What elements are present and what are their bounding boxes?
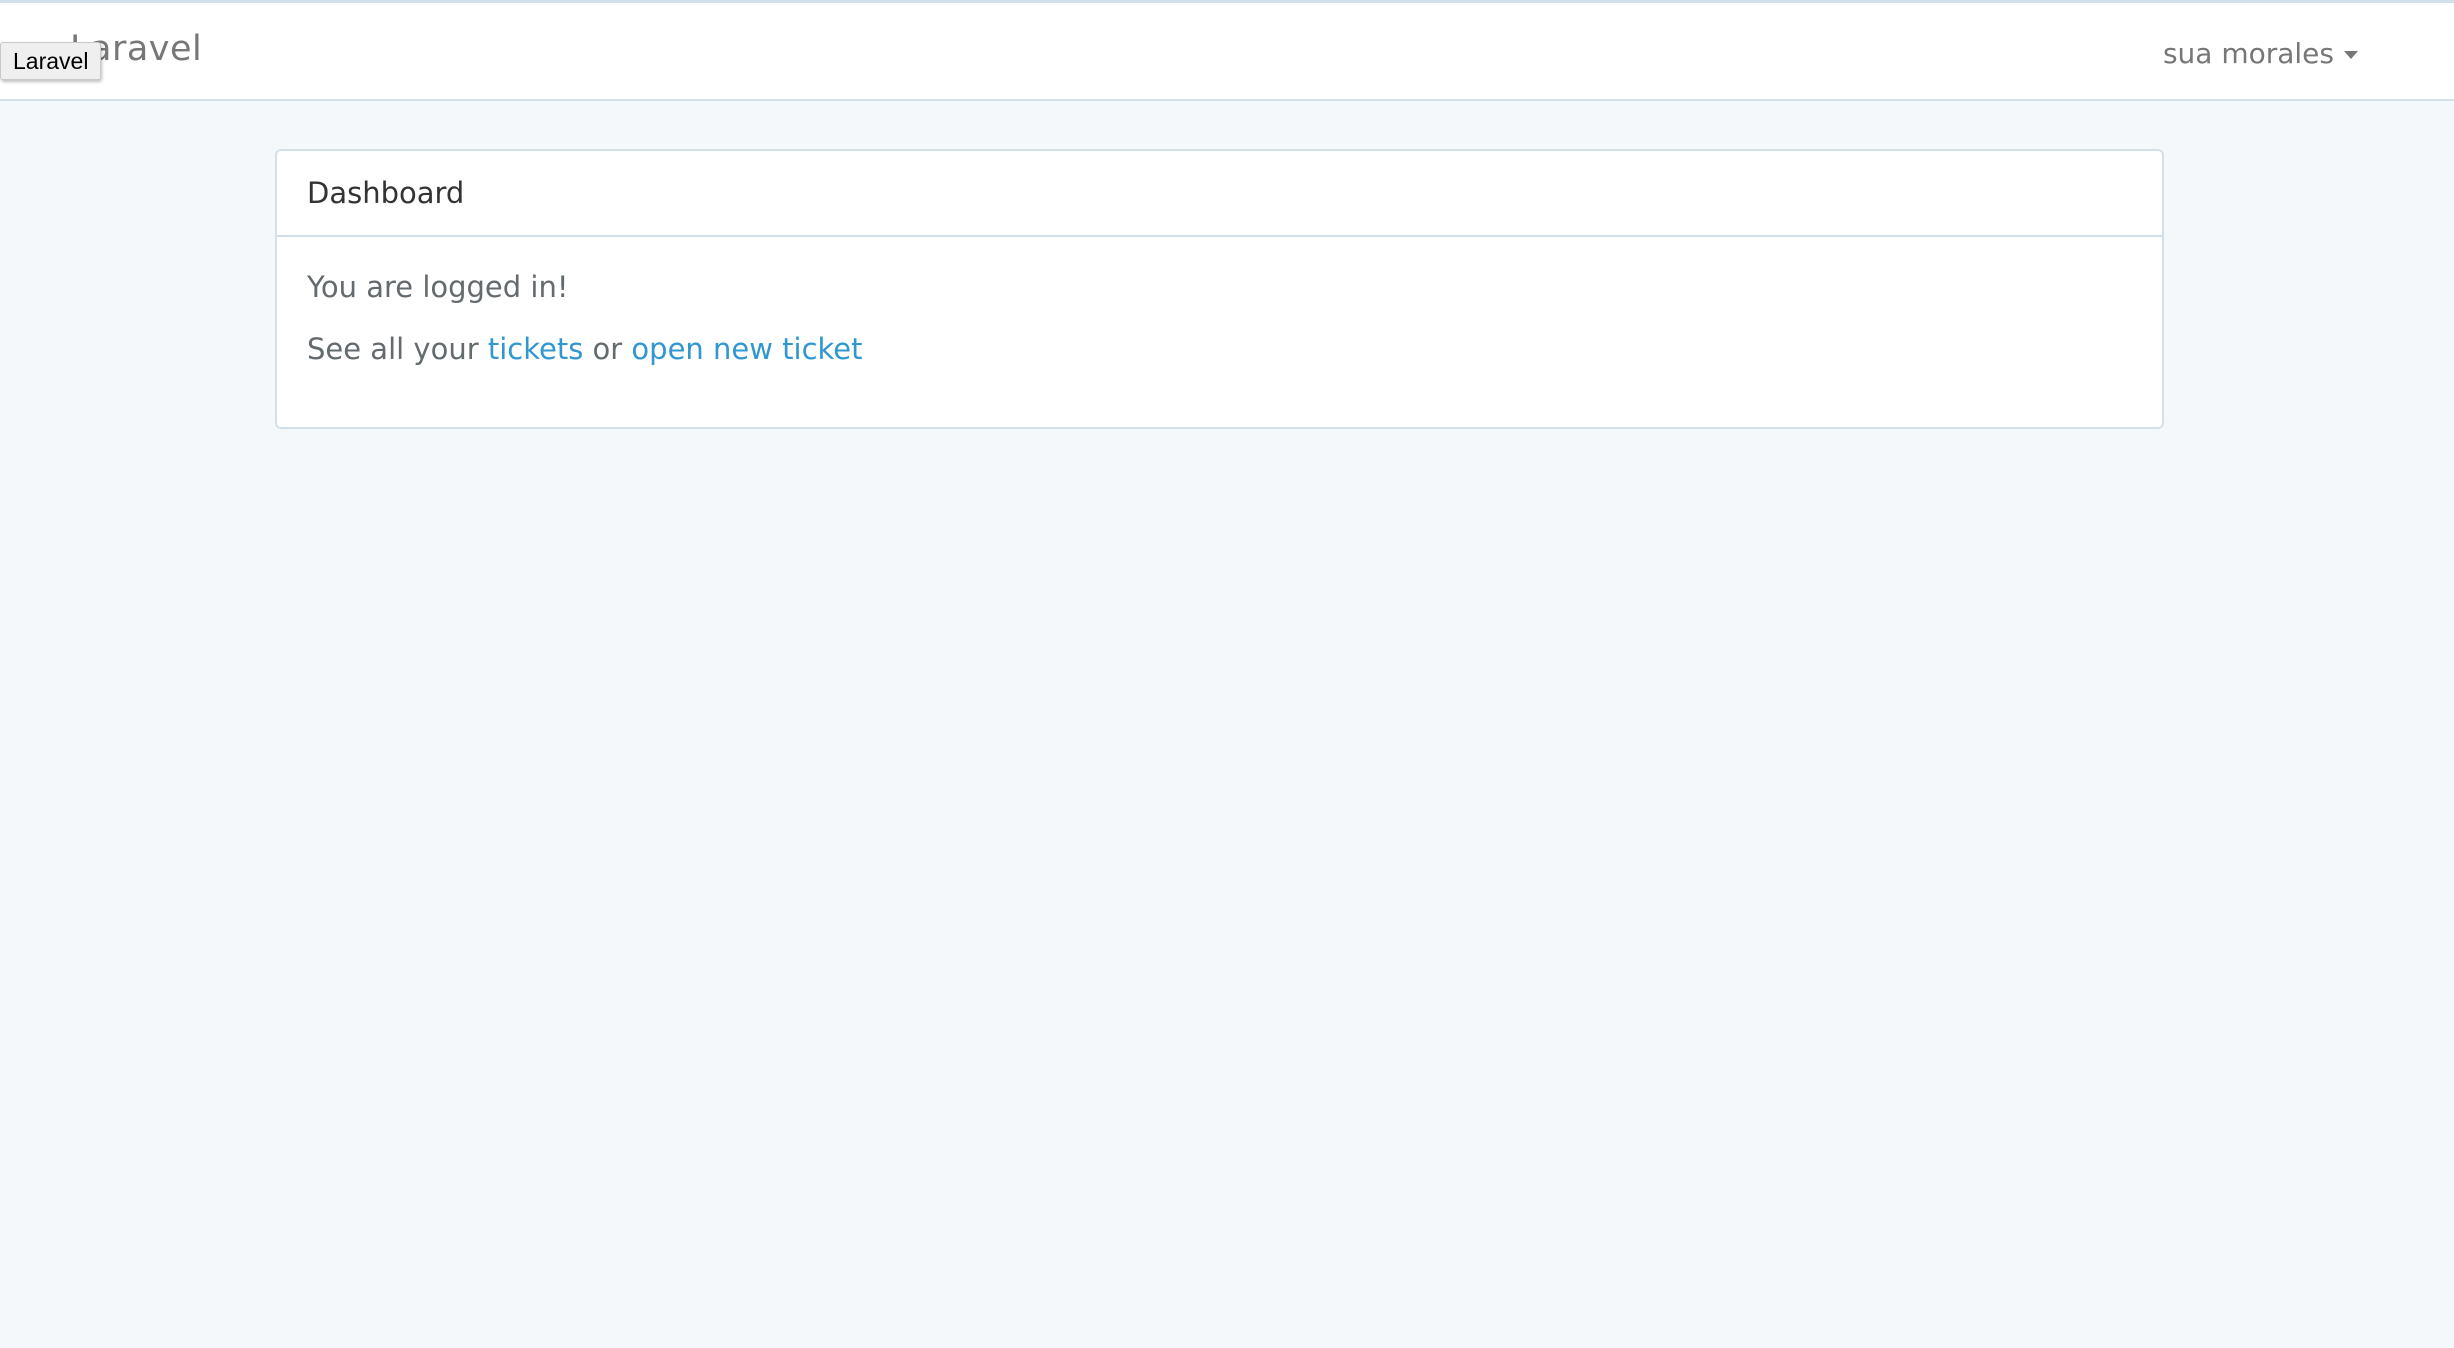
panel-heading: Dashboard <box>277 151 2162 237</box>
login-status-text: You are logged in! <box>307 270 569 304</box>
brand-tooltip: Laravel <box>0 42 102 80</box>
links-middle-text: or <box>583 332 632 366</box>
caret-down-icon <box>2344 51 2358 59</box>
tickets-link[interactable]: tickets <box>488 332 583 366</box>
user-name: sua morales <box>2162 37 2334 70</box>
panel-body: You are logged in! See all your tickets … <box>277 237 2162 366</box>
user-dropdown-toggle[interactable]: sua morales <box>2163 37 2358 70</box>
links-prefix-text: See all your <box>307 332 488 366</box>
open-new-ticket-link[interactable]: open new ticket <box>631 332 862 366</box>
top-navbar: Laravel Laravel sua morales <box>0 0 2454 101</box>
dashboard-panel: Dashboard You are logged in! See all you… <box>275 149 2164 429</box>
tickets-links-text: See all your tickets or open new ticket <box>307 304 2132 366</box>
